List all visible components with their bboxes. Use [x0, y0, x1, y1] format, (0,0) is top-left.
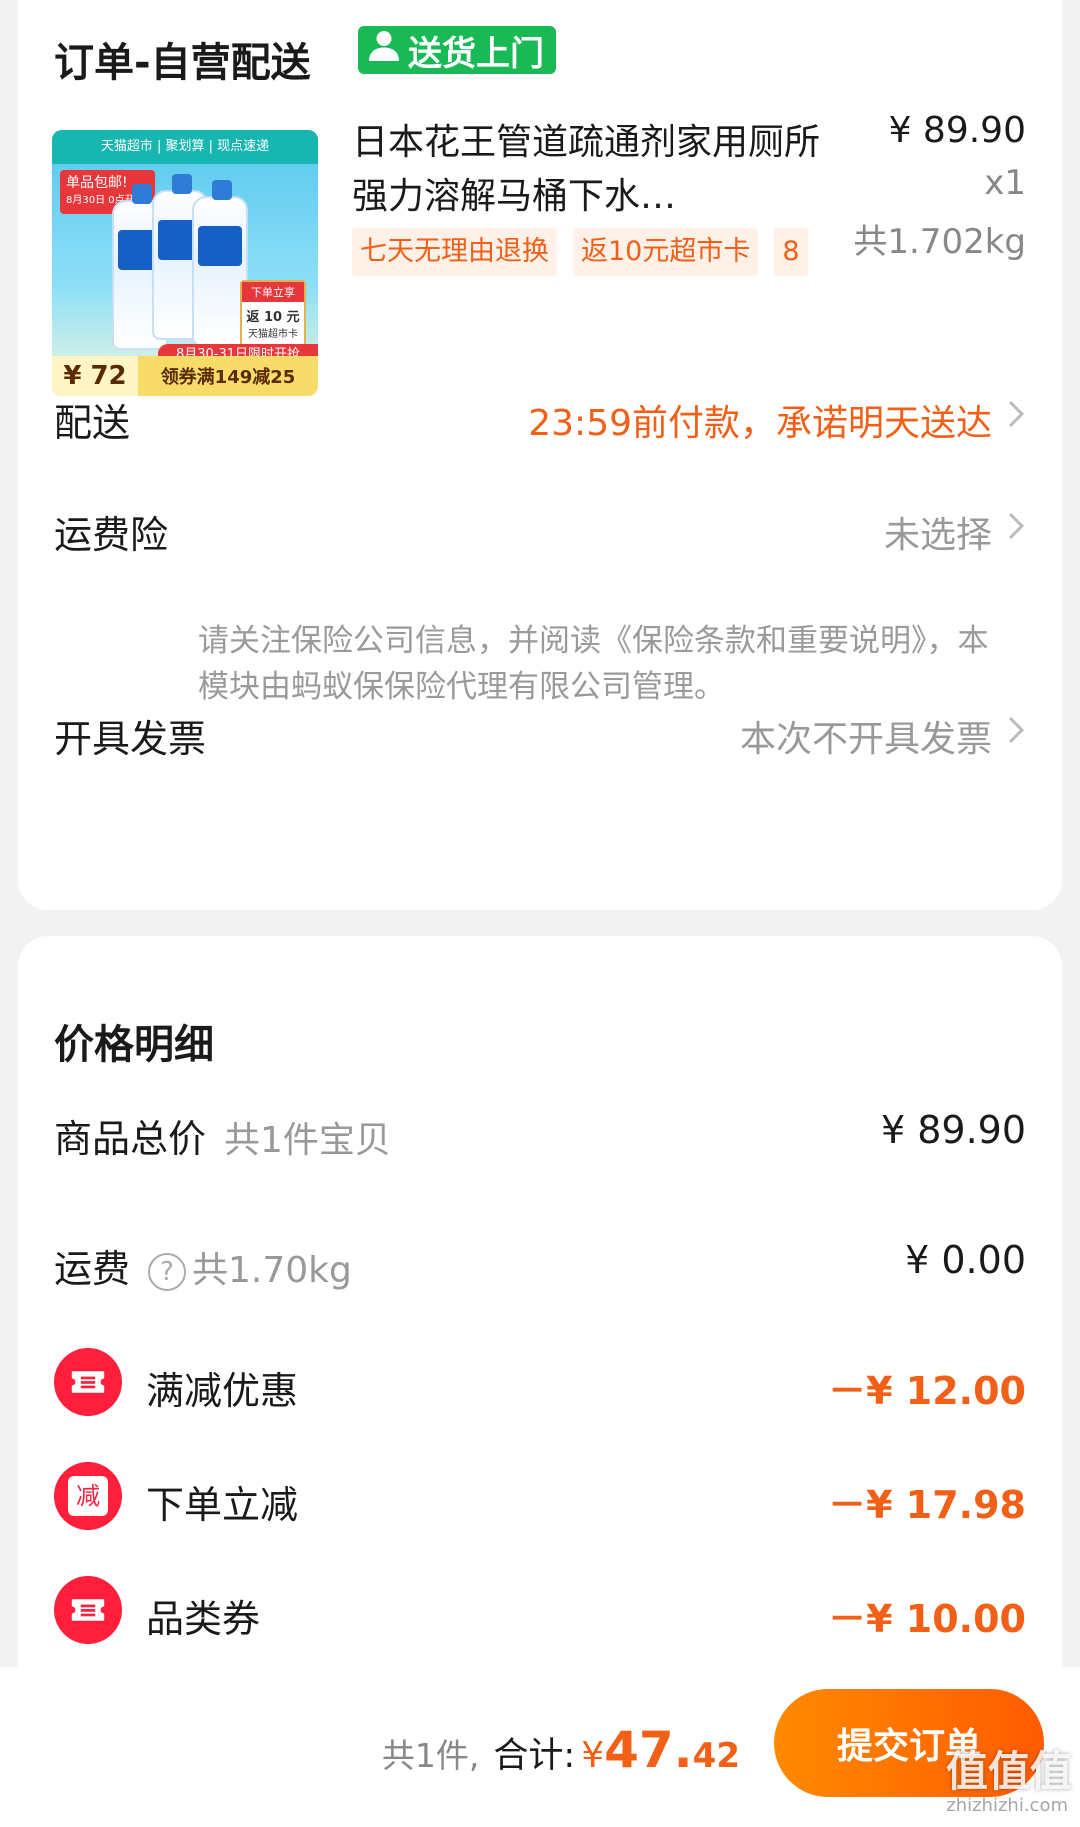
chevron-right-icon[interactable]: [1004, 712, 1028, 748]
invoice-label: 开具发票: [54, 717, 207, 761]
minus-badge-text: 减: [68, 1476, 108, 1516]
checkout-bar: 共1件, 合计: ¥ 47. 42 提交订单: [0, 1667, 1080, 1827]
rebate-main: 返 10 元: [246, 310, 300, 325]
thumb-bottom-bar: ¥ 72 领券满149减25: [52, 356, 318, 396]
ticket-icon: [54, 1348, 122, 1416]
insurance-note[interactable]: 请关注保险公司信息，并阅读《保险条款和重要说明》，本模块由蚂蚁保保险代理有限公司…: [198, 618, 998, 710]
shipping-value: ¥ 0.00: [905, 1238, 1026, 1282]
goods-total-label: 商品总价: [54, 1117, 207, 1161]
order-card: 订单-自营配送 送货上门 天猫超市 | 聚划算 | 现点速递 单品包邮! 8月3…: [18, 0, 1062, 910]
price-detail-title: 价格明细: [54, 1022, 214, 1068]
product-title[interactable]: 日本花王管道疏通剂家用厕所强力溶解马桶下水…: [352, 116, 832, 224]
watermark-logo: 值值值: [945, 1747, 1072, 1796]
tag-rebate: 返10元超市卡: [573, 228, 759, 276]
chevron-right-icon[interactable]: [1004, 396, 1028, 432]
item-count: 共1件,: [381, 1736, 480, 1775]
thumb-coupon: 领券满149减25: [160, 367, 296, 388]
total-label: 合计:: [493, 1736, 576, 1776]
tag-return: 七天无理由退换: [352, 228, 557, 276]
delivery-value[interactable]: 23:59前付款，承诺明天送达: [528, 394, 992, 446]
tag-more: 8: [774, 228, 808, 276]
total-integer: 47.: [604, 1721, 693, 1779]
invoice-value[interactable]: 本次不开具发票: [740, 710, 992, 762]
goods-total-sub: 共1件宝贝: [224, 1120, 391, 1161]
delivery-label: 配送: [54, 401, 131, 445]
item-price: ¥ 89.90: [888, 110, 1026, 151]
discount-label: 品类券: [146, 1597, 261, 1641]
goods-total-value: ¥ 89.90: [880, 1108, 1026, 1152]
discount-value: －¥ 12.00: [828, 1369, 1026, 1413]
delivery-badge: 送货上门: [358, 26, 556, 74]
thumb-top-banner: 天猫超市 | 聚划算 | 现点速递: [52, 130, 318, 164]
item-quantity: x1: [984, 163, 1026, 203]
shipping-label: 运费: [54, 1247, 131, 1291]
minus-badge-icon: 减: [54, 1462, 122, 1530]
ticket-icon: [54, 1576, 122, 1644]
insurance-label: 运费险: [54, 513, 169, 557]
product-tags: 七天无理由退换 返10元超市卡 8: [352, 228, 808, 276]
order-title: 订单-自营配送: [54, 40, 311, 86]
rebate-top: 下单立享: [242, 282, 304, 302]
thumb-price: ¥ 72: [52, 356, 138, 396]
insurance-value[interactable]: 未选择: [884, 506, 992, 558]
discount-value: －¥ 17.98: [828, 1483, 1026, 1527]
chevron-right-icon[interactable]: [1004, 508, 1028, 544]
item-weight: 共1.702kg: [853, 222, 1026, 262]
shipping-sub: 共1.70kg: [192, 1250, 352, 1291]
watermark-url: zhizhizhi.com: [946, 1795, 1068, 1816]
help-icon[interactable]: ?: [148, 1252, 187, 1291]
total-currency: ¥: [581, 1735, 605, 1776]
goods-total-row: 商品总价 共1件宝贝: [54, 1108, 391, 1163]
order-summary: 共1件, 合计: ¥ 47. 42: [382, 1721, 740, 1779]
discount-label: 满减优惠: [146, 1369, 299, 1413]
delivery-badge-label: 送货上门: [408, 33, 544, 74]
discount-value: －¥ 10.00: [828, 1597, 1026, 1641]
discount-label: 下单立减: [146, 1483, 299, 1527]
rebate-sub: 天猫超市卡: [248, 329, 298, 340]
person-icon: [366, 28, 402, 73]
product-thumbnail[interactable]: 天猫超市 | 聚划算 | 现点速递 单品包邮! 8月30日 0点开抢! 下单立享…: [52, 130, 318, 396]
shipping-row: 运费? 共1.70kg: [54, 1238, 352, 1293]
total-decimal: 42: [692, 1736, 740, 1776]
